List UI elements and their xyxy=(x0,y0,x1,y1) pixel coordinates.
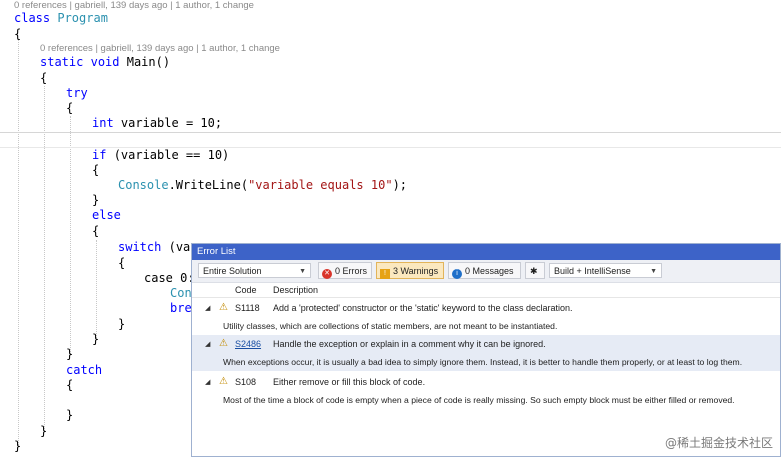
error-list-title[interactable]: Error List xyxy=(192,244,780,260)
code-line-brace: { xyxy=(92,163,100,177)
code-line-con: Con xyxy=(170,286,192,300)
error-icon: ✕ xyxy=(322,269,332,279)
column-header-description[interactable]: Description xyxy=(273,283,318,297)
code-line-brace: } xyxy=(14,439,22,453)
build-source-value: Build + IntelliSense xyxy=(554,266,631,276)
code-line-brace: { xyxy=(40,71,48,85)
indent-guide xyxy=(18,40,19,445)
expand-arrow-icon[interactable]: ◢ xyxy=(205,340,210,348)
code-line-brace: { xyxy=(66,101,74,115)
warnings-filter-button[interactable]: ! 3 Warnings xyxy=(376,262,444,279)
code-line-brace: { xyxy=(66,378,74,392)
error-row[interactable]: ◢ ⚠ S2486 Handle the exception or explai… xyxy=(192,335,780,371)
error-list-toolbar: Entire Solution ▼ ✕ 0 Errors ! 3 Warnings i… xyxy=(192,260,780,283)
code-line-brace: { xyxy=(14,27,22,41)
indent-guide xyxy=(70,116,71,354)
error-row[interactable]: ◢ ⚠ S108 Either remove or fill this bloc… xyxy=(192,373,780,409)
code-line-main: static void Main() xyxy=(40,55,171,69)
code-line-int: int variable = 10; xyxy=(92,116,223,130)
scope-dropdown[interactable]: Entire Solution ▼ xyxy=(198,263,311,278)
chevron-down-icon: ▼ xyxy=(299,268,306,275)
error-list-header: Code Description xyxy=(192,283,780,298)
current-line-separator xyxy=(0,132,781,133)
warning-icon: ⚠ xyxy=(219,338,228,349)
filter-toggle-button[interactable]: ✱ xyxy=(525,262,545,279)
warning-icon: ⚠ xyxy=(219,376,228,387)
code-line-brace: } xyxy=(118,317,126,331)
filter-icon: ✱ xyxy=(530,266,538,276)
code-line-switch: switch (var xyxy=(118,240,198,254)
error-list-panel[interactable]: Error List Entire Solution ▼ ✕ 0 Errors ! 3… xyxy=(191,243,781,457)
warning-icon: ⚠ xyxy=(219,302,228,313)
code-line-brace: } xyxy=(92,332,100,346)
expand-arrow-icon[interactable]: ◢ xyxy=(205,378,210,386)
code-line-brace: { xyxy=(92,224,100,238)
code-line-console: Console.WriteLine("variable equals 10"); xyxy=(118,178,408,192)
indent-guide xyxy=(96,240,97,340)
error-detail: When exceptions occur, it is usually a b… xyxy=(223,357,743,367)
error-detail: Utility classes, which are collections o… xyxy=(223,321,558,331)
expand-arrow-icon[interactable]: ◢ xyxy=(205,304,210,312)
code-line-brace: } xyxy=(92,193,100,207)
chevron-down-icon: ▼ xyxy=(650,268,657,275)
code-line-brace: } xyxy=(40,424,48,438)
error-code: S108 xyxy=(235,377,257,387)
code-line-bre: bre xyxy=(170,301,192,315)
code-line-brace: } xyxy=(66,408,74,422)
indent-guide xyxy=(44,86,45,431)
build-source-dropdown[interactable]: Build + IntelliSense ▼ xyxy=(549,263,662,278)
code-line-if: if (variable == 10) xyxy=(92,148,230,162)
error-description: Either remove or fill this block of code… xyxy=(273,377,426,387)
info-icon: i xyxy=(452,269,462,279)
code-line-class: class Program xyxy=(14,11,108,25)
code-line-try: try xyxy=(66,86,88,100)
codelens-class[interactable]: 0 references | gabriell, 139 days ago | … xyxy=(14,0,254,11)
messages-filter-button[interactable]: i0 Messages xyxy=(448,262,521,279)
watermark: @稀土掘金技术社区 xyxy=(664,436,773,450)
error-row[interactable]: ◢ ⚠ S1118 Add a 'protected' constructor … xyxy=(192,299,780,335)
code-line-brace: } xyxy=(66,347,74,361)
codelens-main[interactable]: 0 references | gabriell, 139 days ago | … xyxy=(40,43,280,54)
error-description: Add a 'protected' constructor or the 'st… xyxy=(273,303,573,313)
code-line-catch: catch xyxy=(66,363,103,377)
error-description: Handle the exception or explain in a com… xyxy=(273,339,546,349)
error-code-link[interactable]: S2486 xyxy=(235,339,261,349)
code-line-brace: { xyxy=(118,256,126,270)
column-header-code[interactable]: Code xyxy=(235,283,257,297)
errors-filter-button[interactable]: ✕ 0 Errors xyxy=(318,262,372,279)
warning-icon: ! xyxy=(380,269,390,279)
scope-dropdown-value: Entire Solution xyxy=(203,266,262,276)
code-line-else: else xyxy=(92,208,121,222)
error-detail: Most of the time a block of code is empt… xyxy=(223,395,735,405)
error-code: S1118 xyxy=(235,303,260,313)
code-line-case: case 0: xyxy=(144,271,195,285)
